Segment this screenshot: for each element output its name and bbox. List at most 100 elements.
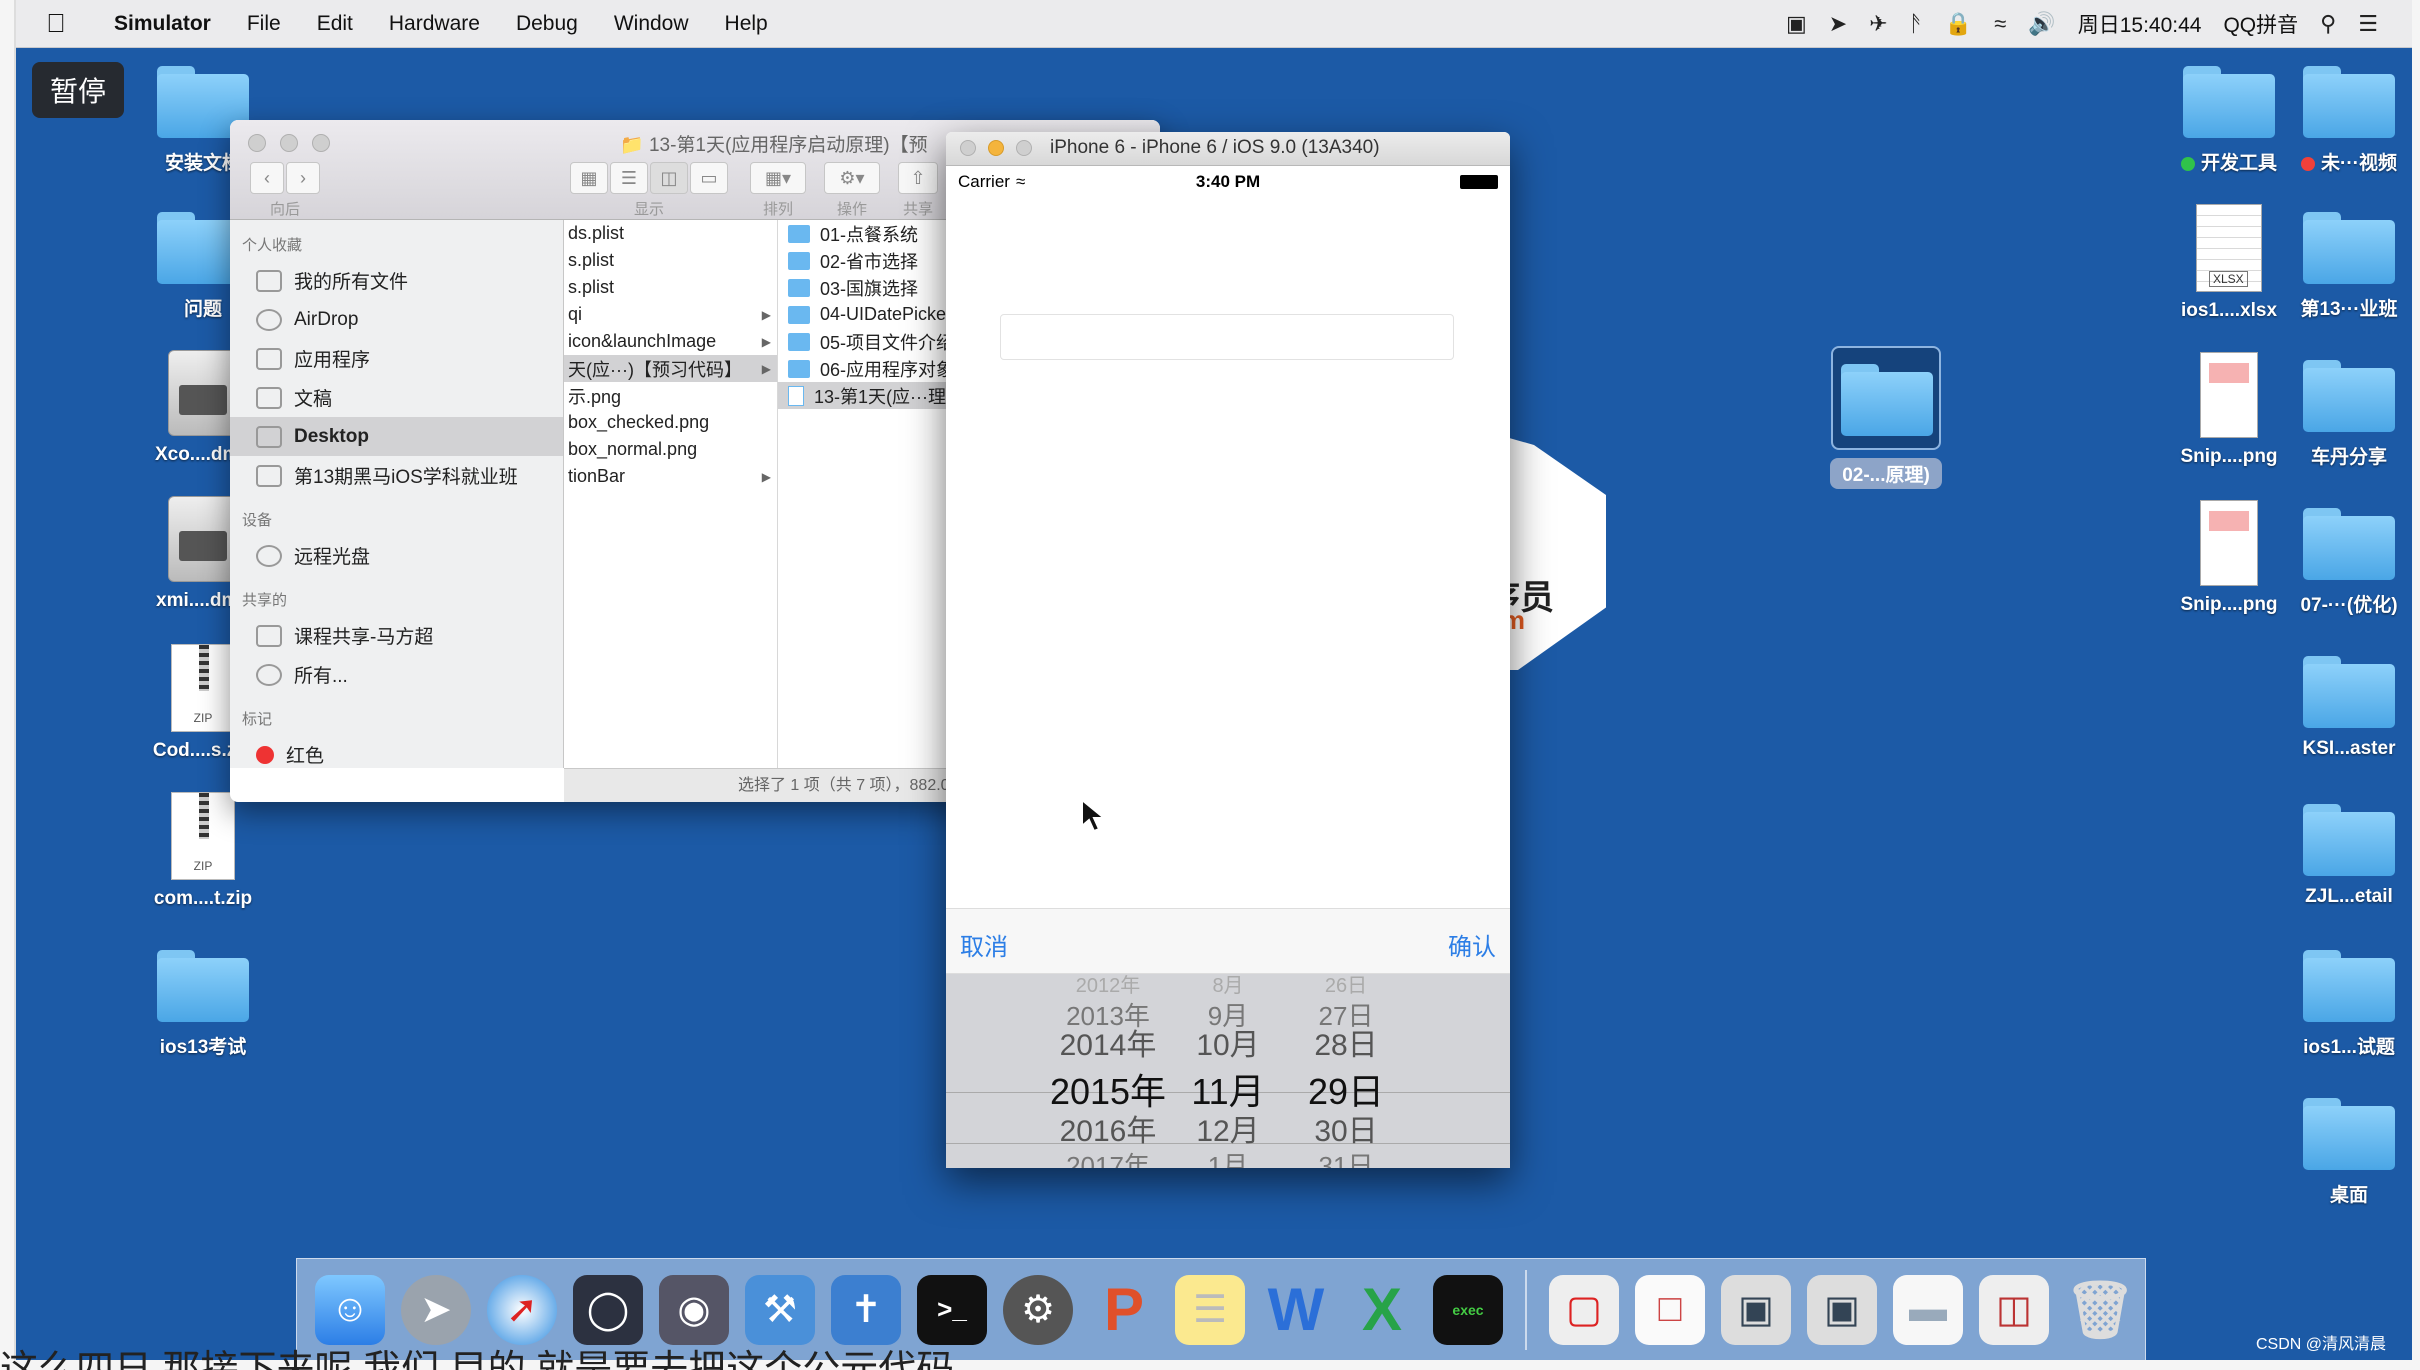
zoom-button[interactable] [1016,140,1032,156]
desktop-folder-ios-exam[interactable]: ios1...试题 [2284,950,2412,1059]
spotlight-search-icon[interactable]: ⚲ [2320,11,2336,37]
folder-row[interactable]: qi ▶ [564,301,777,328]
xcode-icon[interactable]: ⚒ [745,1274,815,1345]
document-icon[interactable]: □ [1635,1274,1705,1345]
notification-center-icon[interactable]: ☰ [2358,11,2378,37]
launchpad-icon[interactable]: ➤ [401,1274,471,1345]
menu-window[interactable]: Window [596,12,707,36]
sidebar-item-remote-disc[interactable]: 远程光盘 [230,536,563,575]
close-button[interactable] [960,140,976,156]
bluetooth-icon[interactable]: ᚫ [1910,11,1923,37]
file-row[interactable]: box_normal.png [564,436,777,463]
picker-day-value[interactable]: 28日 [1286,1031,1406,1061]
picker-month-value[interactable]: 10月 [1178,1031,1278,1061]
picker-year-value[interactable]: 2016年 [1038,1117,1178,1147]
picker-day-value[interactable]: 31日 [1286,1153,1406,1168]
picker-year-value[interactable]: 2014年 [1038,1031,1178,1061]
picker-day-value[interactable]: 30日 [1286,1117,1406,1147]
pause-badge[interactable]: 暂停 [32,62,124,118]
folder-row[interactable]: tionBar ▶ [564,463,777,490]
desktop-folder-dev-tools[interactable]: 开发工具 [2164,66,2294,175]
close-button[interactable] [248,134,266,152]
file-row[interactable]: 示.png [564,382,777,409]
sidebar-item-shared-computer[interactable]: 课程共享-马方超 [230,616,563,655]
desktop-file-snip-1[interactable]: Snip....png [2164,352,2294,468]
menu-app[interactable]: Simulator [96,12,229,36]
file-row[interactable]: ds.plist [564,220,777,247]
back-icon[interactable]: ‹ [250,162,284,194]
mouse-icon[interactable]: ◯ [573,1274,643,1345]
confirm-button[interactable]: 确认 [1448,927,1496,962]
instruments-icon[interactable]: ✝ [831,1274,901,1345]
date-picker[interactable]: 2012年2013年2014年2015年2016年2017年2018年 8月9月… [946,974,1510,1168]
screen-sharing-icon-2[interactable]: ▣ [1807,1274,1877,1345]
picker-month-value[interactable]: 11月 [1178,1074,1278,1110]
terminal-icon[interactable]: >_ [917,1274,987,1345]
gear-icon[interactable]: ⚙▾ [824,162,880,194]
minimize-button[interactable] [280,134,298,152]
picker-year-value[interactable]: 2012年 [1038,976,1178,996]
desktop-folder-ios13-exam[interactable]: ios13考试 [138,950,268,1059]
screen-sharing-icon[interactable]: ▣ [1721,1274,1791,1345]
menu-file[interactable]: File [229,12,299,36]
airplane-icon[interactable]: ✈ [1869,11,1887,37]
photo-booth-icon[interactable]: ◉ [659,1274,729,1345]
sidebar-item-course-folder[interactable]: 第13期黑马iOS学科就业班 [230,456,563,495]
zoom-button[interactable] [312,134,330,152]
menu-hardware[interactable]: Hardware [371,12,498,36]
picker-month-value[interactable]: 12月 [1178,1117,1278,1147]
sidebar-item-desktop[interactable]: Desktop [230,417,563,456]
desktop-file-xlsx[interactable]: XLSX ios1....xlsx [2164,204,2294,322]
list-view-icon[interactable]: ☰ [610,162,648,194]
note-window-icon[interactable]: ▬ [1893,1274,1963,1345]
menu-help[interactable]: Help [707,12,786,36]
word-icon[interactable]: W [1261,1275,1331,1345]
column-view-icon[interactable]: ◫ [650,162,688,194]
minimize-button[interactable] [988,140,1004,156]
presentation-icon[interactable]: ◫ [1979,1274,2049,1345]
icon-view-icon[interactable]: ▦ [570,162,608,194]
volume-icon[interactable]: 🔊 [2028,11,2055,37]
file-row[interactable]: box_checked.png [564,409,777,436]
notes-icon[interactable]: ☰ [1175,1274,1245,1345]
picker-year-value[interactable]: 2017年 [1038,1153,1178,1168]
picker-month-value[interactable]: 9月 [1178,1003,1278,1029]
screen-record-icon[interactable]: ▣ [1786,11,1807,37]
location-icon[interactable]: ➤ [1829,11,1847,37]
desktop-folder-zjl[interactable]: ZJL...etail [2284,804,2412,908]
desktop-folder-selected[interactable]: 02-...原理) [1818,346,1954,489]
picker-day-value[interactable]: 26日 [1286,976,1406,996]
desktop-file-snip-2[interactable]: Snip....png [2164,500,2294,616]
preview-window-icon[interactable]: ▢ [1549,1274,1619,1345]
finder-icon[interactable]: ☺ [315,1274,385,1345]
picker-day-value[interactable]: 29日 [1286,1074,1406,1110]
desktop-folder-desktop[interactable]: 桌面 [2284,1098,2412,1207]
trash-icon[interactable]: 🗑 [2064,1275,2135,1345]
system-preferences-icon[interactable]: ⚙ [1003,1274,1073,1345]
desktop-folder-13-class[interactable]: 第13···业班 [2284,212,2412,321]
sidebar-item-documents[interactable]: 文稿 [230,378,563,417]
folder-row-selected[interactable]: 天(应···)【预习代码】 ▶ [564,355,777,382]
wifi-icon[interactable]: ≈ [1994,11,2006,37]
picker-month-value[interactable]: 1月 [1178,1153,1278,1168]
arrange-icon[interactable]: ▦▾ [750,162,806,194]
share-icon[interactable]: ⇧ [898,162,938,194]
desktop-zip-com[interactable]: ZIP com....t.zip [138,792,268,910]
sidebar-item-tag-red[interactable]: 红色 [230,735,563,774]
picker-month-value[interactable]: 8月 [1178,976,1278,996]
safari-icon[interactable]: ➚ [487,1274,557,1345]
apple-menu-icon[interactable]:  [16,8,96,39]
excel-icon[interactable]: X [1347,1275,1417,1345]
input-method[interactable]: QQ拼音 [2223,9,2298,39]
sidebar-item-all-files[interactable]: 我的所有文件 [230,261,563,300]
forward-icon[interactable]: › [286,162,320,194]
desktop-folder-ksi[interactable]: KSI...aster [2284,656,2412,760]
menubar-clock[interactable]: 周日15:40:44 [2078,9,2202,39]
file-row[interactable]: s.plist [564,274,777,301]
desktop-folder-share[interactable]: 车丹分享 [2284,360,2412,469]
date-text-field[interactable] [1000,314,1454,360]
coverflow-view-icon[interactable]: ▭ [690,162,728,194]
picker-year-value[interactable]: 2015年 [1038,1074,1178,1110]
file-row[interactable]: s.plist [564,247,777,274]
menu-debug[interactable]: Debug [498,12,596,36]
